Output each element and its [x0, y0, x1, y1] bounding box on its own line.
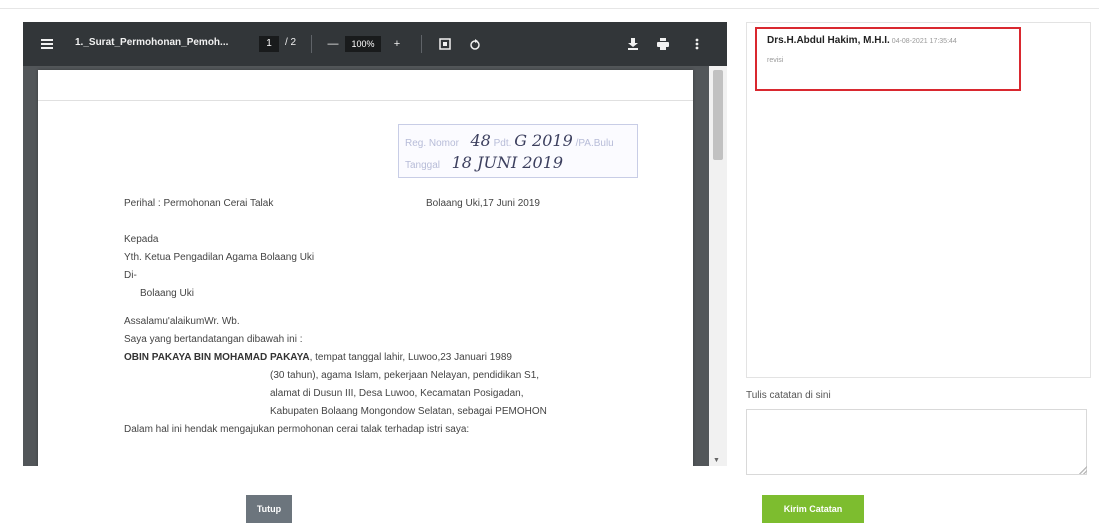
- pdf-page: Reg. Nomor 48 Pdt. G 2019 /PA.Bulu Tangg…: [38, 70, 693, 466]
- applicant-details-1: , tempat tanggal lahir, Luwoo,23 Januari…: [309, 352, 512, 363]
- reg-number-value2: G 2019: [514, 131, 573, 150]
- reg-date-line: Tanggal 18 JUNI 2019: [405, 153, 563, 172]
- letter-place-date: Bolaang Uki,17 Juni 2019: [426, 198, 540, 209]
- download-icon[interactable]: [623, 34, 643, 54]
- letter-applicant-line: OBIN PAKAYA BIN MOHAMAD PAKAYA, tempat t…: [124, 352, 512, 363]
- note-text: revisi: [767, 57, 784, 64]
- letter-addressee: Yth. Ketua Pengadilan Agama Bolaang Uki: [124, 252, 315, 263]
- page-total: / 2: [285, 37, 297, 48]
- note-textarea[interactable]: [746, 409, 1087, 475]
- pdf-viewer[interactable]: 1._Surat_Permohonan_Pemoh... 1 / 2 — 100…: [23, 22, 727, 466]
- reg-number-line: Reg. Nomor 48 Pdt. G 2019 /PA.Bulu: [405, 131, 614, 150]
- zoom-in-button[interactable]: +: [387, 34, 407, 54]
- page-number-input[interactable]: 1: [259, 36, 279, 52]
- pdf-scrollbar[interactable]: ▼: [709, 66, 727, 466]
- more-icon[interactable]: [687, 34, 707, 54]
- scroll-thumb[interactable]: [713, 70, 723, 160]
- letter-city: Bolaang Uki: [140, 288, 194, 299]
- notes-panel: Drs.H.Abdul Hakim, M.H.I. 04-08-2021 17:3…: [746, 22, 1091, 378]
- letter-to: Kepada: [124, 234, 159, 245]
- applicant-name: OBIN PAKAYA BIN MOHAMAD PAKAYA: [124, 352, 310, 363]
- pdf-file-title: 1._Surat_Permohonan_Pemoh...: [75, 37, 229, 48]
- letter-at: Di-: [124, 270, 137, 281]
- pdf-toolbar: 1._Surat_Permohonan_Pemoh... 1 / 2 — 100…: [23, 22, 727, 66]
- note-input-label: Tulis catatan di sini: [746, 390, 831, 401]
- scroll-down-arrow-icon[interactable]: ▼: [713, 457, 720, 464]
- resize-handle-icon[interactable]: [1079, 466, 1087, 474]
- reg-number-suffix: /PA.Bulu: [575, 138, 614, 149]
- note-author-line: Drs.H.Abdul Hakim, M.H.I. 04-08-2021 17:3…: [767, 35, 957, 46]
- page-divider: [38, 100, 693, 101]
- note-author: Drs.H.Abdul Hakim, M.H.I.: [767, 35, 890, 46]
- menu-icon[interactable]: [37, 34, 57, 54]
- reg-number-mid: Pdt.: [493, 138, 512, 149]
- send-note-button[interactable]: Kirim Catatan: [762, 495, 864, 523]
- letter-intro: Saya yang bertandatangan dibawah ini :: [124, 334, 303, 345]
- applicant-details-3: alamat di Dusun III, Desa Luwoo, Kecamat…: [270, 388, 524, 399]
- reg-number-label: Reg. Nomor: [405, 138, 459, 149]
- applicant-details-2: (30 tahun), agama Islam, pekerjaan Nelay…: [270, 370, 540, 381]
- note-date: 04-08-2021 17:35:44: [891, 38, 957, 45]
- reg-date-label: Tanggal: [405, 160, 441, 171]
- fit-page-icon[interactable]: [435, 34, 455, 54]
- zoom-level-input[interactable]: 100%: [345, 36, 381, 52]
- registration-stamp: Reg. Nomor 48 Pdt. G 2019 /PA.Bulu Tangg…: [398, 124, 638, 178]
- letter-closing-line: Dalam hal ini hendak mengajukan permohon…: [124, 424, 470, 435]
- letter-greeting: Assalamu'alaikumWr. Wb.: [124, 316, 240, 327]
- close-button[interactable]: Tutup: [246, 495, 292, 523]
- letter-subject: Perihal : Permohonan Cerai Talak: [124, 198, 274, 209]
- toolbar-divider: [311, 35, 312, 53]
- zoom-out-button[interactable]: —: [323, 34, 343, 54]
- toolbar-divider: [421, 35, 422, 53]
- applicant-details-4: Kabupaten Bolaang Mongondow Selatan, seb…: [270, 406, 547, 417]
- rotate-icon[interactable]: [465, 34, 485, 54]
- top-divider: [0, 8, 1099, 9]
- reg-number-value: 48: [470, 131, 491, 150]
- print-icon[interactable]: [653, 34, 673, 54]
- reg-date-value: 18 JUNI 2019: [451, 153, 564, 172]
- note-entry: Drs.H.Abdul Hakim, M.H.I. 04-08-2021 17:3…: [755, 27, 1021, 91]
